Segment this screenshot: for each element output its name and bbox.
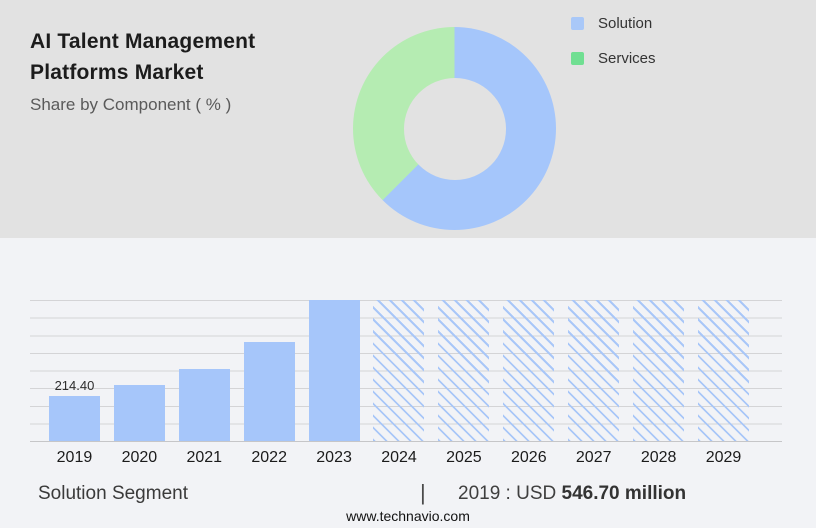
x-axis-label: 2025 bbox=[431, 449, 496, 467]
x-axis-label: 2022 bbox=[237, 449, 302, 467]
x-axis-label: 2026 bbox=[496, 449, 561, 467]
value-bold: 546.70 million bbox=[562, 483, 687, 504]
bar-2021 bbox=[179, 369, 230, 441]
bar-2026 bbox=[503, 300, 554, 441]
bar-slot bbox=[691, 300, 756, 441]
bar-2023 bbox=[309, 300, 360, 441]
bar-chart: 214.40 bbox=[30, 300, 782, 442]
x-axis-label: 2023 bbox=[302, 449, 367, 467]
legend-label: Services bbox=[598, 50, 656, 67]
bar-slot bbox=[561, 300, 626, 441]
bar-slot bbox=[172, 369, 237, 441]
legend: Solution Services bbox=[571, 13, 656, 83]
bar-slot bbox=[496, 300, 561, 441]
bar-2025 bbox=[438, 300, 489, 441]
bar-2020 bbox=[114, 385, 165, 441]
chart-title-line1: AI Talent Management bbox=[30, 26, 330, 57]
x-axis-label: 2028 bbox=[626, 449, 691, 467]
chart-title: AI Talent Management Platforms Market bbox=[30, 26, 330, 88]
value-callout: 2019 : USD 546.70 million bbox=[458, 483, 686, 505]
x-axis-labels: 2019202020212022202320242025202620272028… bbox=[30, 449, 782, 467]
bar-2024 bbox=[373, 300, 424, 441]
x-axis-label: 2024 bbox=[367, 449, 432, 467]
bar-2019 bbox=[49, 396, 100, 441]
legend-item-solution: Solution bbox=[571, 13, 656, 33]
bar-slot bbox=[367, 300, 432, 441]
bar-2029 bbox=[698, 300, 749, 441]
footer-divider: | bbox=[420, 480, 426, 506]
bar-slot bbox=[626, 300, 691, 441]
x-axis-label: 2019 bbox=[42, 449, 107, 467]
header-section: AI Talent Management Platforms Market Sh… bbox=[0, 0, 816, 238]
chart-section: 214.40 201920202021202220232024202520262… bbox=[0, 238, 816, 528]
website-url: www.technavio.com bbox=[0, 508, 816, 524]
segment-label: Solution Segment bbox=[38, 483, 188, 505]
bar-2027 bbox=[568, 300, 619, 441]
chart-subtitle: Share by Component ( % ) bbox=[30, 95, 330, 115]
bar-slot bbox=[302, 300, 367, 441]
legend-item-services: Services bbox=[571, 48, 656, 68]
bar-slot bbox=[431, 300, 496, 441]
donut-chart bbox=[353, 27, 556, 230]
x-axis-label: 2029 bbox=[691, 449, 756, 467]
bar-slot bbox=[237, 342, 302, 441]
x-axis-label: 2027 bbox=[561, 449, 626, 467]
bar-slot: 214.40 bbox=[42, 378, 107, 441]
services-swatch-icon bbox=[571, 52, 584, 65]
title-block: AI Talent Management Platforms Market Sh… bbox=[30, 26, 330, 115]
bar-value-label: 214.40 bbox=[55, 378, 95, 393]
legend-label: Solution bbox=[598, 15, 652, 32]
value-prefix: 2019 : USD bbox=[458, 483, 562, 504]
bar-2022 bbox=[244, 342, 295, 441]
x-axis-label: 2021 bbox=[172, 449, 237, 467]
x-axis-label: 2020 bbox=[107, 449, 172, 467]
bar-series: 214.40 bbox=[30, 300, 782, 441]
infographic: AI Talent Management Platforms Market Sh… bbox=[0, 0, 816, 528]
solution-swatch-icon bbox=[571, 17, 584, 30]
bar-2028 bbox=[633, 300, 684, 441]
chart-title-line2: Platforms Market bbox=[30, 57, 330, 88]
bar-slot bbox=[107, 385, 172, 441]
